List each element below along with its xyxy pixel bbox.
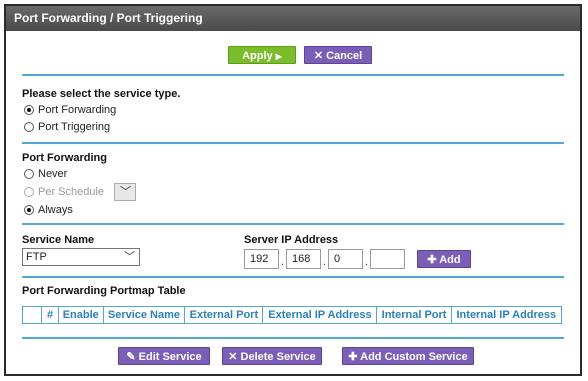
close-icon: ✕	[313, 50, 324, 62]
divider	[22, 142, 564, 144]
radio-per-schedule[interactable]: Per Schedule	[24, 186, 104, 198]
pencil-icon: ✎	[126, 351, 136, 363]
radio-label: Port Triggering	[38, 121, 111, 133]
add-custom-service-label: Add Custom Service	[360, 351, 468, 363]
service-name-label: Service Name	[22, 234, 95, 246]
radio-port-forwarding[interactable]: Port Forwarding	[24, 104, 116, 116]
add-label: Add	[439, 254, 461, 266]
server-ip-label: Server IP Address	[244, 234, 339, 246]
table-header: #	[41, 306, 59, 324]
add-button[interactable]: ✚ Add	[417, 250, 471, 268]
service-type-heading: Please select the service type.	[22, 88, 181, 100]
delete-service-button[interactable]: ✕ Delete Service	[222, 347, 322, 365]
chevron-down-icon: ﹀	[120, 186, 131, 198]
cancel-button[interactable]: ✕ Cancel	[304, 46, 372, 64]
close-icon: ✕	[228, 351, 238, 363]
divider	[22, 337, 564, 339]
chevron-down-icon: ﹀	[124, 251, 135, 263]
divider	[22, 74, 564, 76]
edit-service-label: Edit Service	[138, 351, 202, 363]
ip-separator: .	[323, 256, 327, 268]
play-icon: ▶	[275, 52, 282, 61]
table-header: Internal Port	[376, 306, 452, 324]
page-title: Port Forwarding / Port Triggering	[6, 6, 580, 31]
table-header	[22, 306, 42, 324]
radio-icon	[24, 169, 34, 179]
delete-service-label: Delete Service	[240, 351, 316, 363]
ip-octet-4-input[interactable]	[370, 249, 405, 269]
divider	[22, 276, 564, 278]
radio-never[interactable]: Never	[24, 168, 67, 180]
radio-label: Never	[38, 168, 68, 180]
table-header: Service Name	[102, 306, 186, 324]
table-header: External Port	[184, 306, 264, 324]
ip-octet-1-input[interactable]: 192	[244, 249, 279, 269]
edit-service-button[interactable]: ✎ Edit Service	[118, 347, 210, 365]
ip-octet-2-input[interactable]: 168	[286, 249, 321, 269]
portmap-table-title: Port Forwarding Portmap Table	[22, 285, 186, 297]
port-forwarding-heading: Port Forwarding	[22, 152, 107, 164]
service-name-value: FTP	[26, 251, 47, 263]
table-header: Enable	[58, 306, 104, 324]
ip-separator: .	[365, 256, 369, 268]
radio-port-triggering[interactable]: Port Triggering	[24, 121, 110, 133]
divider	[22, 223, 564, 225]
radio-always[interactable]: Always	[24, 204, 73, 216]
schedule-select[interactable]: ﹀	[114, 183, 136, 201]
table-header-row: # Enable Service Name External Port Exte…	[22, 306, 563, 324]
radio-label: Port Forwarding	[38, 104, 117, 116]
radio-selected-icon	[24, 205, 34, 215]
radio-selected-icon	[24, 105, 34, 115]
service-name-select[interactable]: FTP ﹀	[22, 248, 140, 266]
radio-icon	[24, 187, 34, 197]
apply-label: Apply	[242, 50, 273, 62]
plus-icon: ✚	[427, 254, 437, 266]
port-forwarding-panel: Port Forwarding / Port Triggering Apply …	[4, 4, 582, 376]
plus-icon: ✚	[348, 351, 358, 363]
ip-octet-3-input[interactable]: 0	[328, 249, 363, 269]
table-header: Internal IP Address	[450, 306, 563, 324]
radio-icon	[24, 122, 34, 132]
add-custom-service-button[interactable]: ✚ Add Custom Service	[342, 347, 474, 365]
portmap-table: # Enable Service Name External Port Exte…	[22, 306, 563, 324]
ip-separator: .	[281, 256, 285, 268]
cancel-label: Cancel	[326, 50, 363, 62]
radio-label: Per Schedule	[38, 186, 105, 198]
radio-label: Always	[38, 204, 73, 216]
table-header: External IP Address	[262, 306, 378, 324]
apply-button[interactable]: Apply ▶	[228, 46, 296, 64]
